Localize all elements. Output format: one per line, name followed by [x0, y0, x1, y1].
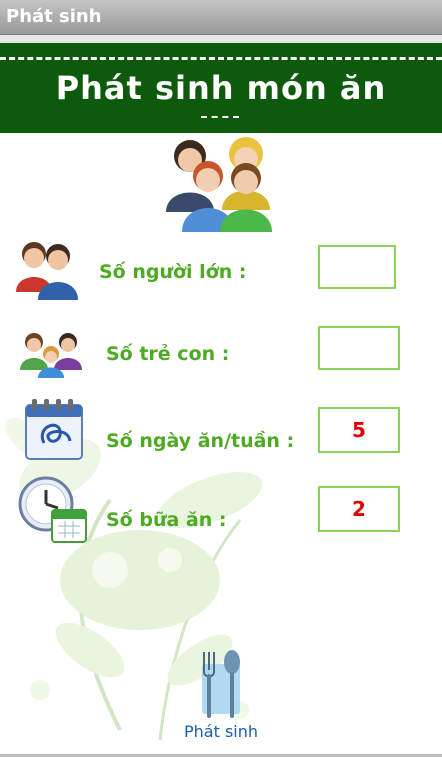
- generate-button[interactable]: Phát sinh: [170, 648, 272, 746]
- people-group-icon: [166, 137, 272, 232]
- header-banner: Phát sinh món ăn: [0, 43, 442, 133]
- meals-label: Số bữa ăn :: [106, 509, 227, 531]
- cutlery-icon: [202, 650, 240, 718]
- days-per-week-label: Số ngày ăn/tuần :: [106, 430, 295, 452]
- clock-calendar-icon: [18, 476, 87, 543]
- children-input[interactable]: [318, 326, 400, 370]
- calendar-icon: [25, 399, 83, 460]
- children-icon: [20, 333, 82, 378]
- generate-button-label: Phát sinh: [183, 722, 258, 741]
- banner-dash: [201, 116, 239, 118]
- title-bar: Phát sinh: [0, 0, 442, 35]
- title-bar-gap: [0, 35, 442, 43]
- banner-dotted-line: [0, 57, 442, 60]
- adults-label: Số người lớn :: [99, 261, 247, 283]
- adults-icon: [16, 242, 78, 300]
- adults-input[interactable]: [318, 245, 396, 289]
- children-label: Số trẻ con :: [106, 343, 230, 365]
- page-title: Phát sinh món ăn: [55, 69, 387, 107]
- days-per-week-input[interactable]: [318, 407, 400, 453]
- window-title: Phát sinh: [6, 6, 102, 27]
- meals-input[interactable]: [318, 486, 400, 532]
